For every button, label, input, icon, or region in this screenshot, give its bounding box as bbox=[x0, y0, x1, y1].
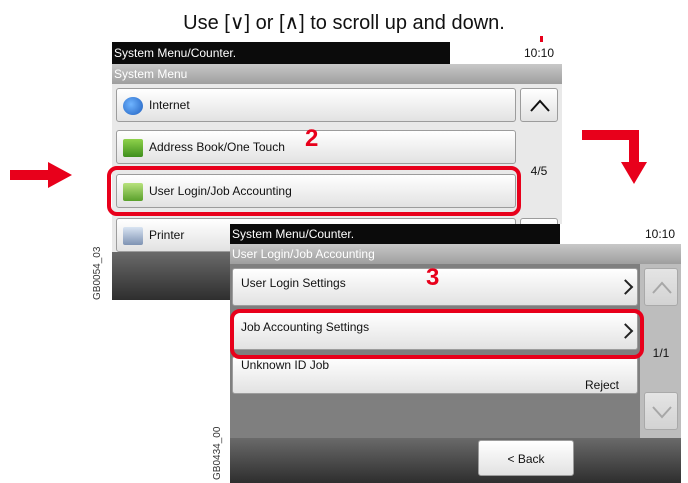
printer-icon bbox=[123, 227, 143, 245]
figure-id-2: GB0434_00 bbox=[212, 426, 223, 480]
instruction-caption: Use [∨] or [∧] to scroll up and down. bbox=[183, 12, 505, 34]
clock: 10:10 bbox=[450, 42, 562, 64]
chevron-right-icon bbox=[617, 279, 634, 295]
step-number-3: 3 bbox=[426, 264, 440, 291]
back-button-label: < Back bbox=[507, 452, 545, 466]
bottom-bar: < Back bbox=[230, 438, 681, 483]
title-bar: System Menu/Counter. bbox=[112, 42, 452, 64]
menu-item-label: Internet bbox=[149, 98, 190, 112]
scroll-up-button[interactable] bbox=[520, 88, 558, 122]
menu-item-label: Unknown ID Job bbox=[241, 358, 330, 372]
left-arrow bbox=[10, 170, 50, 180]
menu-item-unknown-id-job[interactable]: Unknown ID Job Reject bbox=[232, 356, 638, 394]
page-indicator: 1/1 bbox=[652, 346, 670, 360]
menu-item-label: User Login Settings bbox=[241, 276, 346, 290]
subtitle-bar: User Login/Job Accounting bbox=[230, 244, 681, 264]
menu-item-label: Printer bbox=[149, 228, 185, 242]
clock: 10:10 bbox=[560, 224, 681, 244]
subtitle-bar: System Menu bbox=[112, 64, 562, 84]
menu-item-value: Reject bbox=[585, 378, 620, 392]
chevron-up-icon bbox=[530, 99, 550, 112]
chevron-up-icon bbox=[652, 281, 672, 294]
scroll-down-button[interactable] bbox=[644, 392, 678, 430]
step-number-2: 2 bbox=[305, 125, 319, 152]
chevron-down-icon bbox=[652, 406, 672, 419]
figure-id-1: GB0054_03 bbox=[92, 246, 103, 300]
highlight-user-login bbox=[107, 166, 521, 216]
scroll-up-button[interactable] bbox=[644, 268, 678, 306]
menu-item-internet[interactable]: Internet bbox=[116, 88, 516, 122]
menu-item-label: Address Book/One Touch bbox=[149, 140, 285, 154]
title-bar: System Menu/Counter. bbox=[230, 224, 562, 244]
left-arrow-head bbox=[48, 162, 72, 188]
back-button[interactable]: < Back bbox=[478, 440, 574, 476]
internet-icon bbox=[123, 97, 143, 115]
highlight-job-accounting bbox=[230, 309, 644, 359]
page-indicator: 4/5 bbox=[530, 164, 548, 178]
address-book-icon bbox=[123, 139, 143, 157]
